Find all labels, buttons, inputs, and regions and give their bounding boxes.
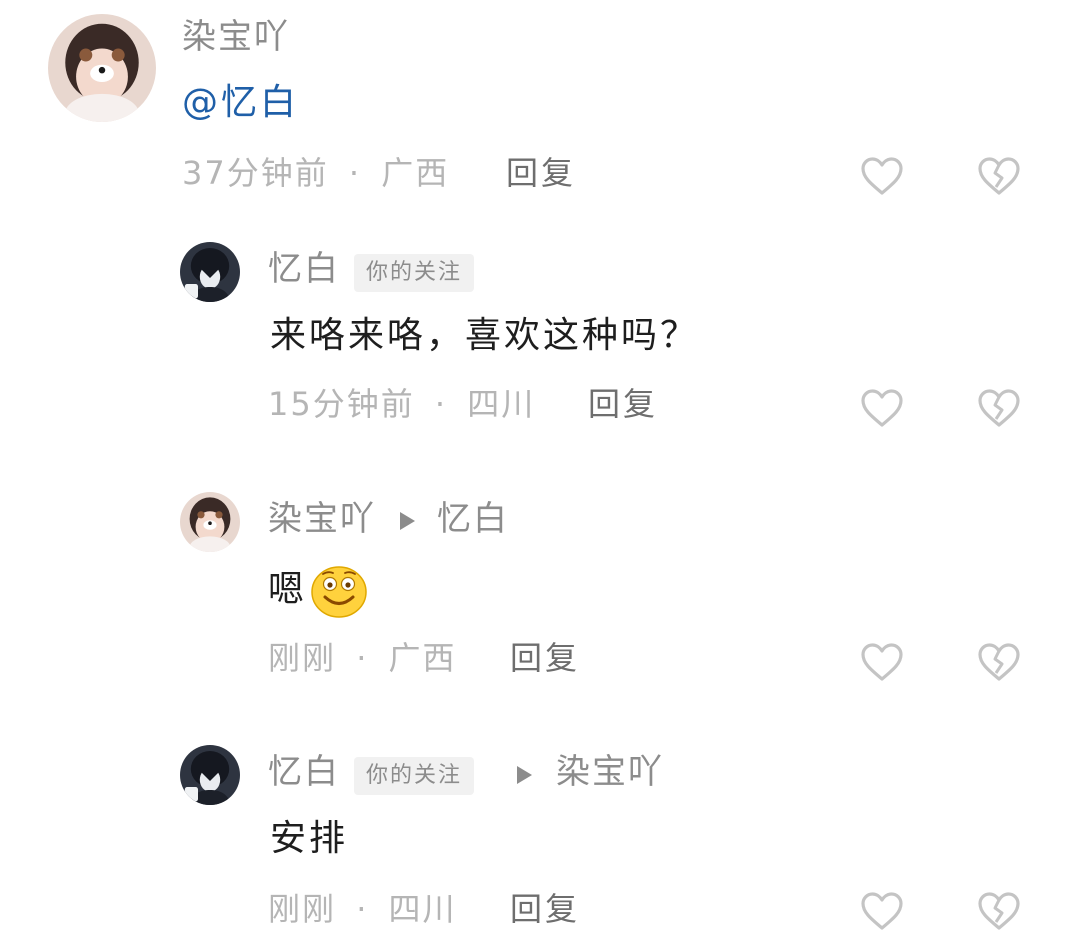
comment-meta: 刚刚 · 广西: [268, 642, 457, 674]
author-name[interactable]: 忆白: [268, 755, 340, 789]
reply-button[interactable]: 回复: [588, 388, 658, 420]
reply-item: 忆白 你的关注 染宝吖 安排 刚刚 · 四川 回复: [0, 733, 1079, 945]
following-badge: 你的关注: [354, 254, 475, 292]
comment-time: 37分钟前: [182, 154, 329, 192]
reply-arrow-icon: [400, 512, 415, 530]
comment-time: 15分钟前: [268, 385, 415, 423]
reply-button[interactable]: 回复: [506, 157, 576, 189]
reply-button[interactable]: 回复: [510, 642, 580, 674]
comment-time: 刚刚: [268, 639, 337, 677]
broken-heart-icon[interactable]: [977, 642, 1021, 682]
avatar[interactable]: [48, 14, 156, 122]
comment-item: 染宝吖 @忆白 37分钟前 · 广西 回复: [0, 0, 1079, 210]
reply-item: 染宝吖 忆白 嗯 刚刚 · 广西 回复: [0, 480, 1079, 710]
author-name[interactable]: 忆白: [268, 252, 340, 286]
reply-to-name[interactable]: 忆白: [437, 502, 509, 536]
smile-emoji-icon: [311, 566, 367, 618]
reply-item: 忆白 你的关注 来咯来咯，喜欢这种吗？ 15分钟前 · 四川 回复: [0, 230, 1079, 450]
author-name[interactable]: 染宝吖: [182, 20, 290, 54]
comment-meta: 37分钟前 · 广西: [182, 157, 449, 189]
reply-arrow-icon: [517, 766, 532, 784]
broken-heart-icon[interactable]: [977, 891, 1021, 931]
comment-text: 来咯来咯，喜欢这种吗？: [270, 315, 700, 356]
following-badge: 你的关注: [354, 757, 475, 795]
heart-outline-icon[interactable]: [860, 891, 904, 931]
comment-location: 广西: [388, 639, 457, 677]
heart-outline-icon[interactable]: [860, 642, 904, 682]
avatar[interactable]: [180, 492, 240, 552]
comment-location: 四川: [467, 385, 536, 423]
avatar[interactable]: [180, 745, 240, 805]
reply-button[interactable]: 回复: [510, 893, 580, 925]
broken-heart-icon[interactable]: [977, 388, 1021, 428]
reply-to-name[interactable]: 染宝吖: [556, 755, 664, 789]
comment-meta: 15分钟前 · 四川: [268, 388, 535, 420]
meta-separator: ·: [348, 154, 362, 192]
meta-separator: ·: [356, 639, 369, 677]
meta-separator: ·: [434, 385, 448, 423]
heart-outline-icon[interactable]: [860, 388, 904, 428]
comment-text: 安排: [270, 818, 349, 859]
avatar[interactable]: [180, 242, 240, 302]
comment-time: 刚刚: [268, 890, 337, 928]
meta-separator: ·: [356, 890, 369, 928]
broken-heart-icon[interactable]: [977, 156, 1021, 196]
mention-link[interactable]: @忆白: [182, 85, 299, 121]
comment-text: 嗯: [268, 569, 308, 610]
comment-location: 四川: [388, 890, 457, 928]
author-name[interactable]: 染宝吖: [268, 502, 376, 536]
heart-outline-icon[interactable]: [860, 156, 904, 196]
comment-location: 广西: [381, 154, 450, 192]
comment-meta: 刚刚 · 四川: [268, 893, 457, 925]
